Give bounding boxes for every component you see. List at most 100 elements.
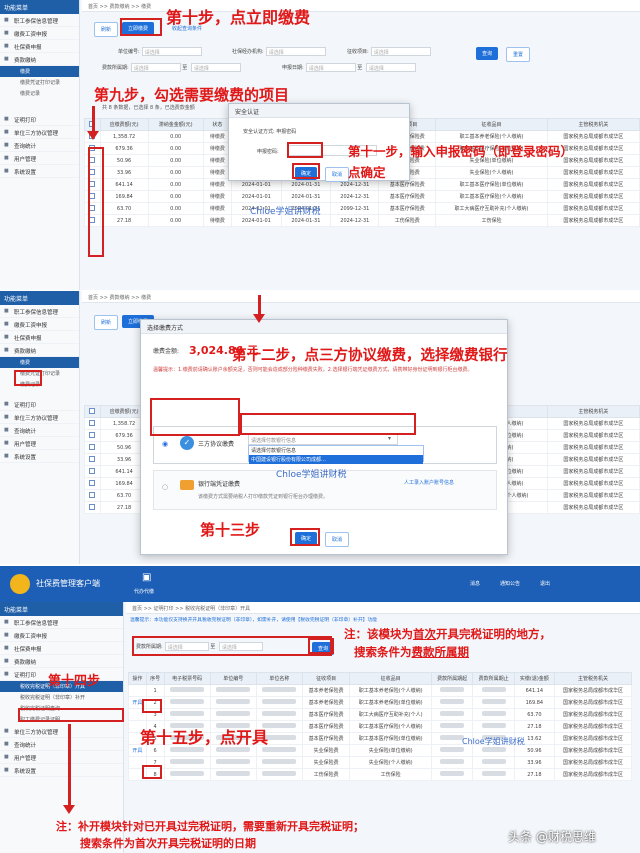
bank-option-selected[interactable]: 中国建设银行股份有限公司成都… — [249, 455, 423, 464]
checkbox-icon[interactable] — [89, 432, 96, 439]
blur-mask — [481, 699, 506, 704]
sidebar-sub-pay[interactable]: 缴费 — [0, 357, 79, 368]
table-cell: 0.00 — [147, 190, 204, 203]
sidebar-sub-item[interactable]: 缴费凭证打印记录 — [0, 77, 79, 88]
table-cell: 职工大病医疗互助补充(个人) — [349, 708, 432, 721]
refresh-button[interactable]: 刷新 — [94, 315, 119, 330]
row-checkbox[interactable] — [84, 417, 101, 430]
top-menu-label[interactable]: 代办代缴 — [134, 588, 154, 595]
masked-cell — [472, 696, 515, 709]
sidebar-item[interactable]: 职工参保信息管理 — [0, 14, 79, 27]
checkbox-icon[interactable] — [89, 504, 96, 511]
checkbox-icon[interactable] — [89, 456, 96, 463]
step13-label: 第十三步 — [200, 521, 261, 539]
table-row: 8 工伤保险费 工伤保险 27.18 国家税务总局成都市成华区 — [128, 768, 633, 781]
radio-icon[interactable]: ○ — [162, 483, 168, 491]
bank-option[interactable]: 请选择付款银行信息 — [249, 446, 423, 455]
sidebar-item[interactable]: 社保费申报 — [0, 642, 123, 655]
agency-field[interactable]: 社保经办机构: 请选择 — [232, 47, 326, 56]
unit-no-field[interactable]: 单位编号: 请选择 — [118, 47, 202, 56]
sidebar-header: 功能菜单 — [0, 291, 79, 305]
refresh-button[interactable]: 刷新 — [94, 22, 119, 37]
cancel-button[interactable]: 取消 — [325, 167, 350, 182]
table-cell: 国家税务总局成都市成华区 — [546, 214, 640, 227]
checkbox-icon[interactable] — [89, 492, 96, 499]
sidebar-item[interactable]: 证明打印 — [0, 113, 79, 126]
logout-link[interactable]: 退出 — [540, 580, 550, 587]
sidebar-item[interactable]: 单位三方协议管理 — [0, 411, 79, 424]
message-link[interactable]: 消息 — [470, 580, 480, 587]
sidebar-sub-pay[interactable]: 缴费 — [0, 66, 79, 77]
summary-text: 共 8 条数据，已选择 8 条，已选费款金额 — [102, 105, 195, 111]
blur-mask — [440, 771, 465, 776]
bank-dropdown[interactable]: 请选择付款银行信息 中国建设银行股份有限公司成都… — [248, 445, 424, 464]
sidebar-item[interactable]: 社保费申报 — [0, 331, 79, 344]
table-cell: 169.84 — [99, 190, 149, 203]
row-checkbox[interactable] — [84, 477, 101, 490]
sidebar-item[interactable]: 系统设置 — [0, 764, 123, 777]
sidebar-item[interactable]: 查询统计 — [0, 139, 79, 152]
chevron-down-icon[interactable]: ▾ — [388, 435, 391, 442]
sidebar-item[interactable]: 费款缴纳 — [0, 655, 123, 668]
row-checkbox[interactable] — [84, 429, 101, 442]
table-cell: 679.36 — [99, 142, 149, 155]
select-all-checkbox[interactable] — [84, 405, 101, 418]
breadcrumb: 首页 >> 费款缴纳 >> 缴费 — [82, 291, 640, 303]
checkbox-icon[interactable] — [89, 480, 96, 487]
sidebar: 功能菜单 职工参保信息管理 缴费工资申报 社保费申报 费款缴纳 缴费 缴费凭证打… — [0, 0, 80, 290]
reset-button[interactable]: 重置 — [506, 47, 531, 62]
checkbox-icon[interactable] — [89, 408, 96, 415]
sidebar-item[interactable]: 单位三方协议管理 — [0, 126, 79, 139]
sidebar-item[interactable]: 缴费工资申报 — [0, 27, 79, 40]
masked-cell — [209, 684, 257, 697]
sidebar-item[interactable]: 系统设置 — [0, 450, 79, 463]
masked-cell — [430, 696, 474, 709]
sidebar-item[interactable]: 用户管理 — [0, 152, 79, 165]
manual-entry-link[interactable]: 人工录入账户账号信息 — [404, 479, 454, 486]
table-cell: 失业保险(个人缴纳) — [435, 166, 548, 179]
pay-date-field[interactable]: 申报日期: 请选择 至 请选择 — [282, 63, 416, 72]
sidebar-item[interactable]: 用户管理 — [0, 437, 79, 450]
collect-item-field[interactable]: 征收项目: 请选择 — [347, 47, 431, 56]
checkbox-icon[interactable] — [89, 468, 96, 475]
bank-select[interactable]: 请选择付款银行信息 — [248, 434, 398, 445]
period-field[interactable]: 费款所属期: 请选择 至 请选择 — [102, 63, 241, 72]
table-cell: 失业保险费 — [301, 756, 351, 769]
sidebar-item[interactable]: 查询统计 — [0, 424, 79, 437]
sidebar-item[interactable]: 缴费工资申报 — [0, 629, 123, 642]
masked-cell — [472, 768, 515, 781]
sidebar-item[interactable]: 社保费申报 — [0, 40, 79, 53]
sidebar-item[interactable]: 系统设置 — [0, 165, 79, 178]
notice-link[interactable]: 通知公告 — [500, 580, 520, 587]
sidebar-item[interactable]: 职工参保信息管理 — [0, 305, 79, 318]
sidebar-item[interactable]: 查询统计 — [0, 738, 123, 751]
table-cell: 待缴费 — [202, 214, 233, 227]
column-header: 征收项目 — [301, 672, 351, 685]
radio-selected-icon[interactable]: ◉ — [162, 440, 168, 448]
row-checkbox[interactable] — [84, 501, 101, 514]
sidebar-item[interactable]: 用户管理 — [0, 751, 123, 764]
row-checkbox[interactable] — [84, 441, 101, 454]
cancel-button[interactable]: 取消 — [325, 532, 350, 547]
sidebar-sub-item[interactable]: 缴费记录 — [0, 88, 79, 99]
table-cell: 失业保险(单位缴纳) — [349, 744, 432, 757]
sidebar-item[interactable]: 缴费工资申报 — [0, 318, 79, 331]
shield-icon: ✓ — [180, 436, 194, 450]
highlight-bank — [240, 413, 416, 435]
sidebar-item[interactable]: 证明打印 — [0, 398, 79, 411]
checkbox-icon[interactable] — [89, 444, 96, 451]
sidebar-item[interactable]: 单位三方协议管理 — [0, 725, 123, 738]
table-cell: 国家税务总局成都市成华区 — [553, 720, 633, 733]
row-checkbox[interactable] — [84, 489, 101, 502]
table-cell: 0.00 — [147, 214, 204, 227]
sidebar-sub-reissue[interactable]: 税收完税证明（非印章）补开 — [0, 692, 123, 703]
table-cell: 0.00 — [147, 178, 204, 191]
row-checkbox[interactable] — [84, 453, 101, 466]
checkbox-icon[interactable] — [89, 420, 96, 427]
query-button[interactable]: 查询 — [476, 47, 499, 60]
row-checkbox[interactable] — [84, 465, 101, 478]
briefcase-icon[interactable]: ▣ — [142, 572, 151, 583]
sidebar-item[interactable]: 职工参保信息管理 — [0, 616, 123, 629]
sidebar-item[interactable]: 费款缴纳 — [0, 344, 79, 357]
sidebar-item[interactable]: 费款缴纳 — [0, 53, 79, 66]
